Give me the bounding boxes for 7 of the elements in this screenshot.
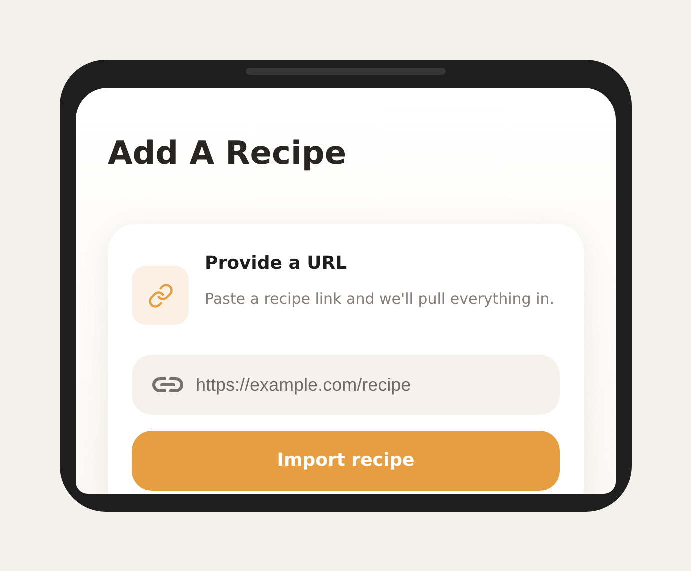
card-heading: Provide a URL (205, 252, 348, 276)
url-field[interactable]: https://example.com/recipe (132, 355, 560, 415)
card-description: Paste a recipe link and we'll pull everything in. (205, 289, 555, 310)
page-title: Add A Recipe (108, 133, 348, 174)
link-icon (152, 375, 184, 395)
import-button[interactable]: Import recipe (132, 431, 560, 491)
link-icon (148, 282, 174, 308)
